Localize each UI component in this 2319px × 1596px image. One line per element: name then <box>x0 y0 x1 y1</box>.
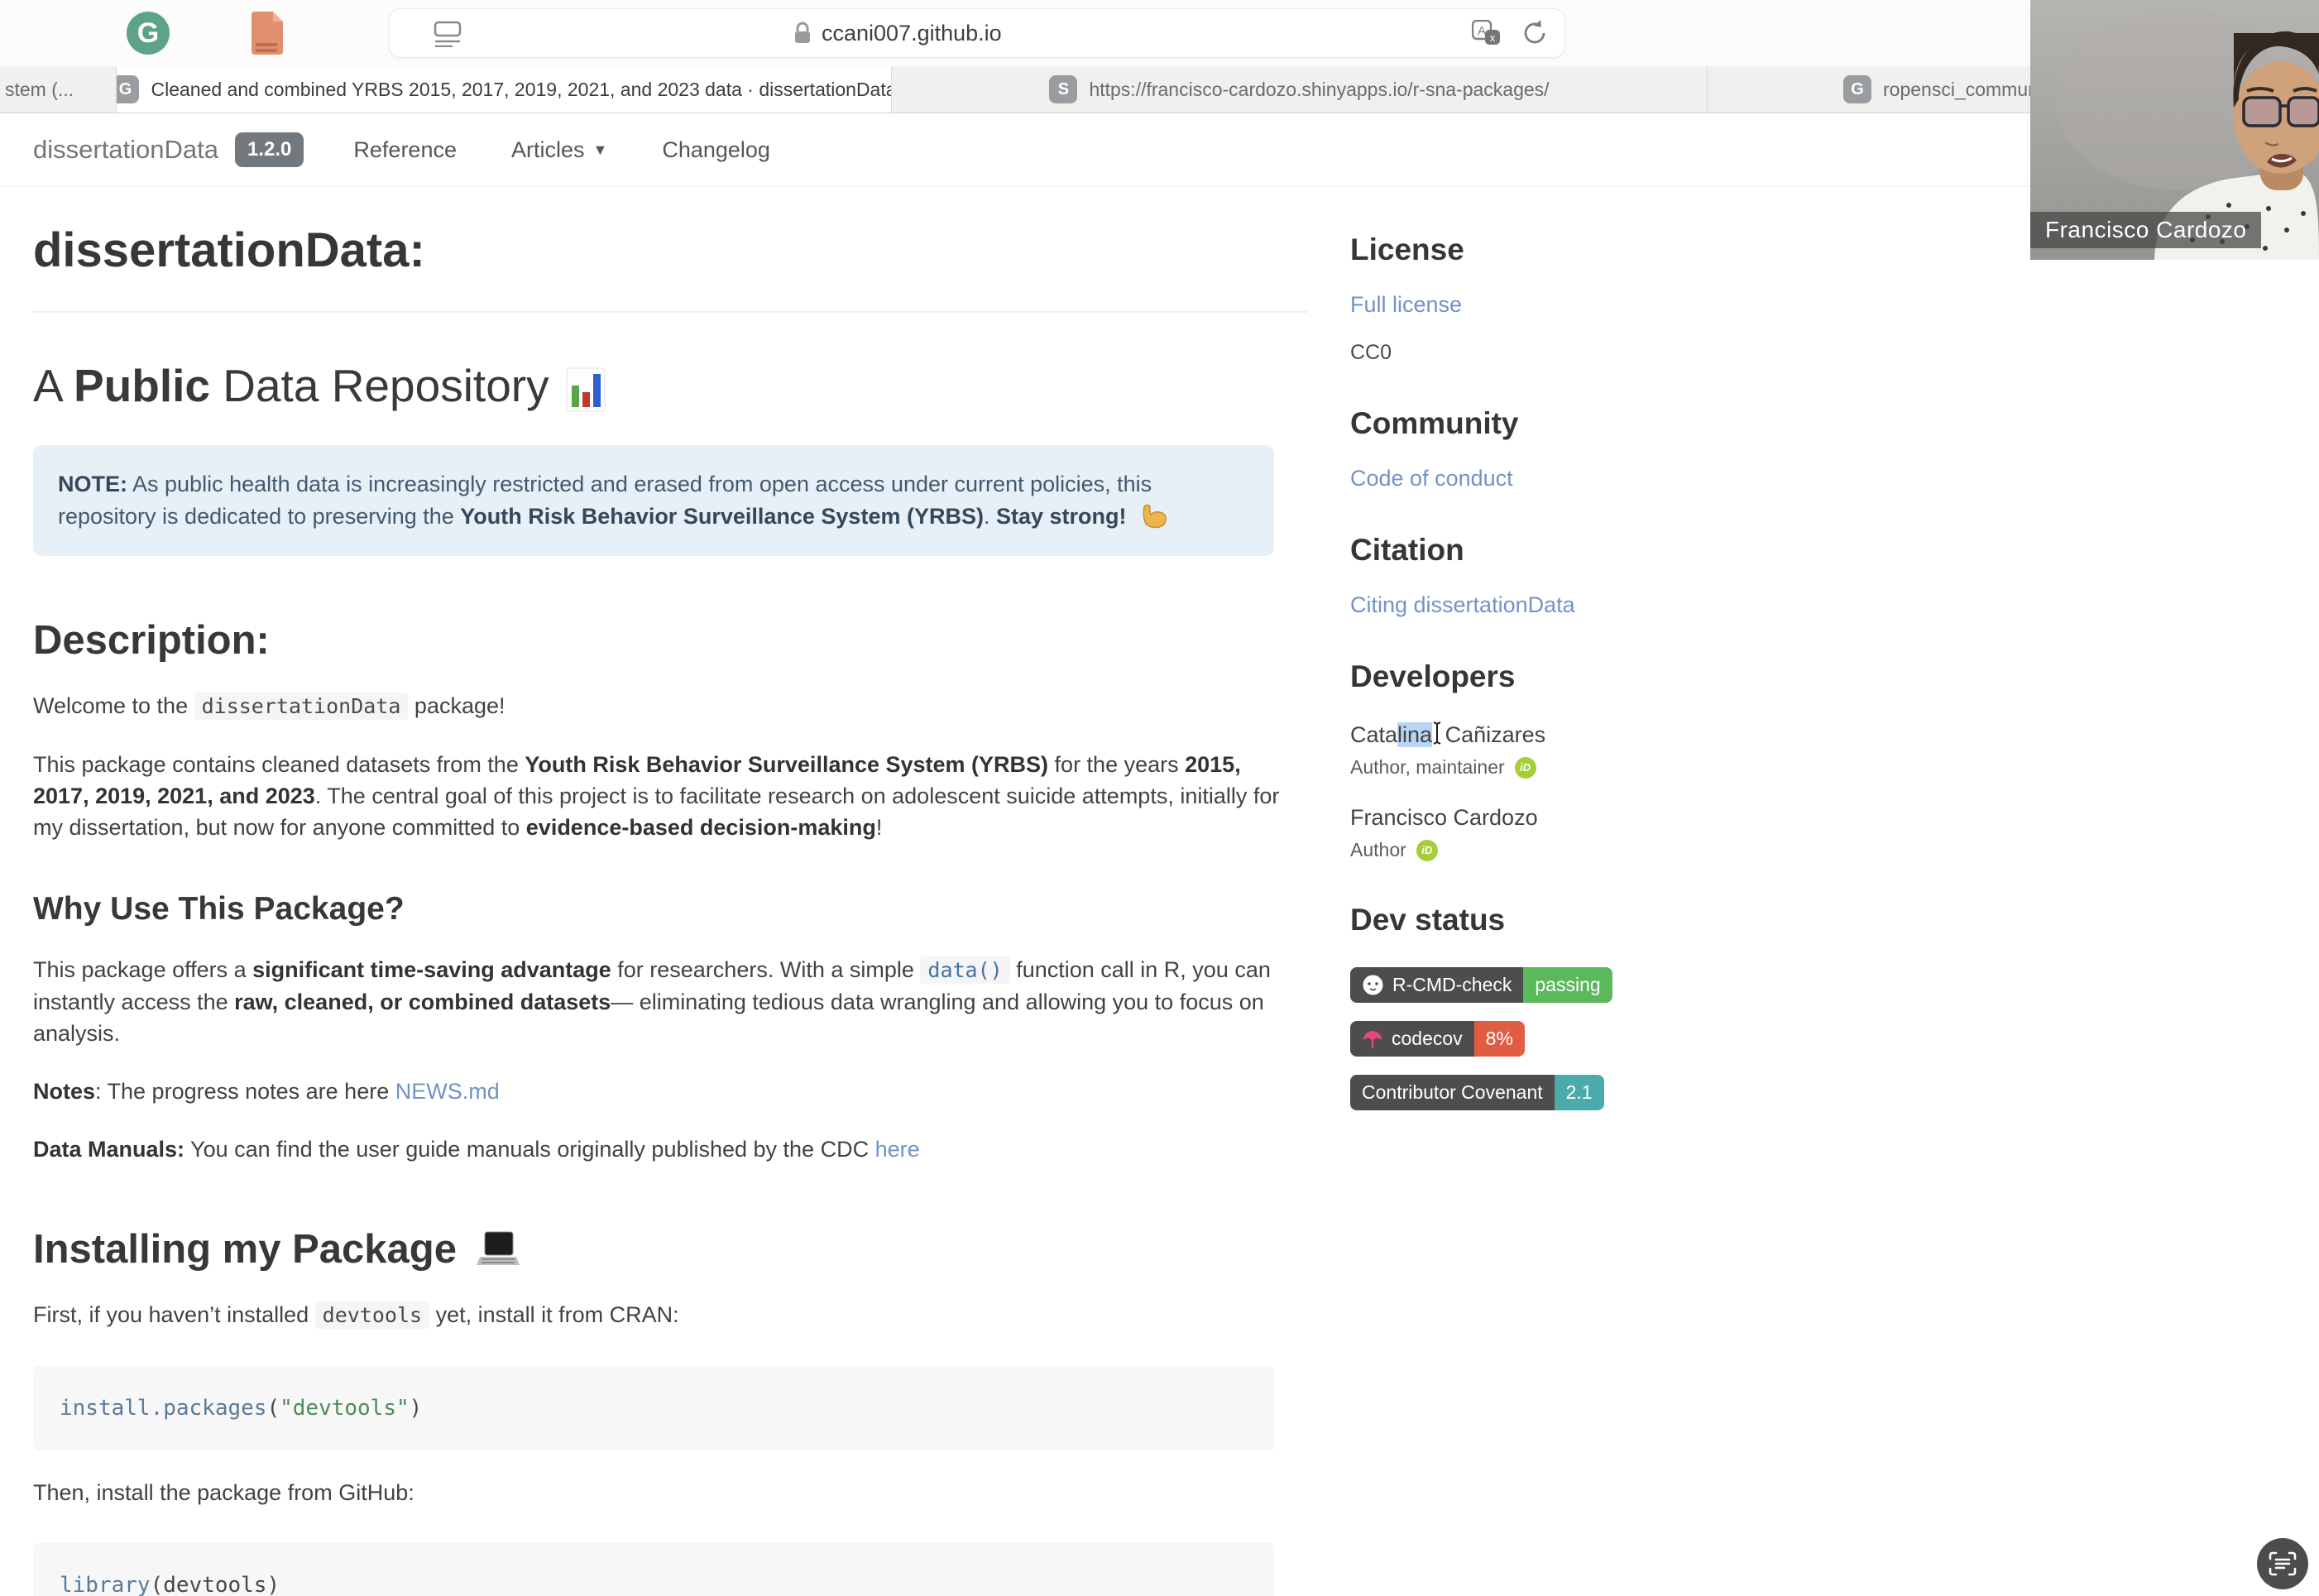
installing-heading: Installing my Package <box>33 1226 1307 1272</box>
page-title: dissertationData: <box>33 223 1307 278</box>
note-callout: NOTE: As public health data is increasin… <box>33 445 1274 556</box>
badge-contributor-covenant[interactable]: Contributor Covenant 2.1 <box>1350 1075 1604 1110</box>
svg-text:x: x <box>1490 31 1496 44</box>
code-block-install-github: library(devtools) install_github("ccani0… <box>33 1543 1274 1596</box>
scan-summarize-button[interactable] <box>2257 1538 2308 1589</box>
license-heading: License <box>1350 232 1731 267</box>
site-navbar: dissertationData 1.2.0 Reference Article… <box>0 113 2319 187</box>
grammarly-extension-icon[interactable]: G <box>126 11 170 60</box>
chevron-down-icon: ▼ <box>593 141 608 159</box>
data-manuals-line: Data Manuals: You can find the user guid… <box>33 1133 1299 1165</box>
codecov-icon <box>1362 1028 1383 1050</box>
developer-role: Author iD <box>1350 839 1731 861</box>
readme-main: dissertationData: A Public Data Reposito… <box>33 186 1307 1596</box>
page-content: dissertationData: A Public Data Reposito… <box>0 186 2319 1596</box>
version-badge: 1.2.0 <box>235 132 304 167</box>
full-license-link[interactable]: Full license <box>1350 292 1731 318</box>
tab-label: https://francisco-cardozo.shinyapps.io/r… <box>1089 79 1549 101</box>
github-icon <box>1362 974 1384 996</box>
code-of-conduct-link[interactable]: Code of conduct <box>1350 466 1731 491</box>
badge-r-cmd-check[interactable]: R-CMD-check passing <box>1350 967 1612 1003</box>
address-bar[interactable]: ccani007.github.io A x <box>389 8 1565 58</box>
citing-link[interactable]: Citing dissertationData <box>1350 592 1731 618</box>
text-selection: lina <box>1397 722 1432 747</box>
nav-link-articles[interactable]: Articles▼ <box>511 137 607 163</box>
description-paragraph: This package contains cleaned datasets f… <box>33 749 1299 843</box>
code-block-install-devtools: install.packages("devtools") <box>33 1366 1274 1450</box>
tab-dissertation-data-active[interactable]: G Cleaned and combined YRBS 2015, 2017, … <box>117 66 892 113</box>
webcam-name-label: Francisco Cardozo <box>2030 212 2261 248</box>
developer-name: Catalina Cañizares <box>1350 721 1731 748</box>
url-display: ccani007.github.io <box>793 9 1002 57</box>
description-heading: Description: <box>33 617 1307 664</box>
nav-link-changelog[interactable]: Changelog <box>662 137 770 163</box>
divider <box>33 311 1307 313</box>
inline-code: devtools <box>315 1301 429 1329</box>
tab-leftmost-partial[interactable]: stem (... <box>0 66 117 113</box>
site-brand[interactable]: dissertationData <box>33 135 218 165</box>
developer-name: Francisco Cardozo <box>1350 805 1731 831</box>
scan-icon <box>2269 1550 2297 1577</box>
hero-heading: A Public Data Repository <box>33 359 1307 412</box>
developers-heading: Developers <box>1350 659 1731 694</box>
developer-role: Author, maintainer iD <box>1350 756 1731 779</box>
nav-link-reference[interactable]: Reference <box>353 137 457 163</box>
welcome-paragraph: Welcome to the dissertationData package! <box>33 690 1299 722</box>
bar-chart-icon <box>566 367 606 412</box>
news-link[interactable]: NEWS.md <box>395 1079 500 1104</box>
dev-status-heading: Dev status <box>1350 903 1731 937</box>
tab-favicon: G <box>117 75 139 103</box>
svg-text:G: G <box>137 17 159 49</box>
lock-icon <box>793 22 812 45</box>
screen: G ccani007.github.io <box>0 0 2319 1596</box>
citation-heading: Citation <box>1350 533 1731 568</box>
inline-code: dissertationData <box>194 693 409 720</box>
translate-icon[interactable]: A x <box>1472 20 1502 46</box>
tab-strip: stem (... G Cleaned and combined YRBS 20… <box>0 66 2319 113</box>
community-heading: Community <box>1350 406 1731 441</box>
why-use-paragraph: This package offers a significant time-s… <box>33 954 1299 1049</box>
sidebar: License Full license CC0 Community Code … <box>1350 186 1731 1110</box>
reload-icon[interactable] <box>1521 19 1548 47</box>
webcam-overlay: Francisco Cardozo <box>2030 0 2319 260</box>
tab-label: stem (... <box>5 79 74 101</box>
why-use-heading: Why Use This Package? <box>33 891 1307 927</box>
url-text: ccani007.github.io <box>822 21 1002 46</box>
page-layout-icon[interactable] <box>433 21 462 51</box>
orcid-icon[interactable]: iD <box>1515 757 1536 779</box>
document-extension-icon[interactable] <box>248 10 285 60</box>
laptop-icon <box>475 1230 521 1268</box>
inline-code: data() <box>920 956 1009 984</box>
install-cran-paragraph: First, if you haven’t installed devtools… <box>33 1299 1299 1331</box>
muscle-icon <box>1139 504 1167 529</box>
cdc-manuals-link[interactable]: here <box>875 1137 920 1162</box>
browser-toolbar: G ccani007.github.io <box>0 0 2319 66</box>
tab-favicon: G <box>1843 75 1871 103</box>
tab-label: Cleaned and combined YRBS 2015, 2017, 20… <box>151 79 892 101</box>
install-github-paragraph: Then, install the package from GitHub: <box>33 1477 1299 1508</box>
tab-favicon: S <box>1049 75 1077 103</box>
tab-shinyapps[interactable]: S https://francisco-cardozo.shinyapps.io… <box>892 66 1708 113</box>
svg-text:A: A <box>1478 24 1486 38</box>
notes-line: Notes: The progress notes are here NEWS.… <box>33 1076 1299 1107</box>
orcid-icon[interactable]: iD <box>1416 840 1438 861</box>
license-value: CC0 <box>1350 341 1731 365</box>
badge-codecov[interactable]: codecov 8% <box>1350 1021 1525 1057</box>
